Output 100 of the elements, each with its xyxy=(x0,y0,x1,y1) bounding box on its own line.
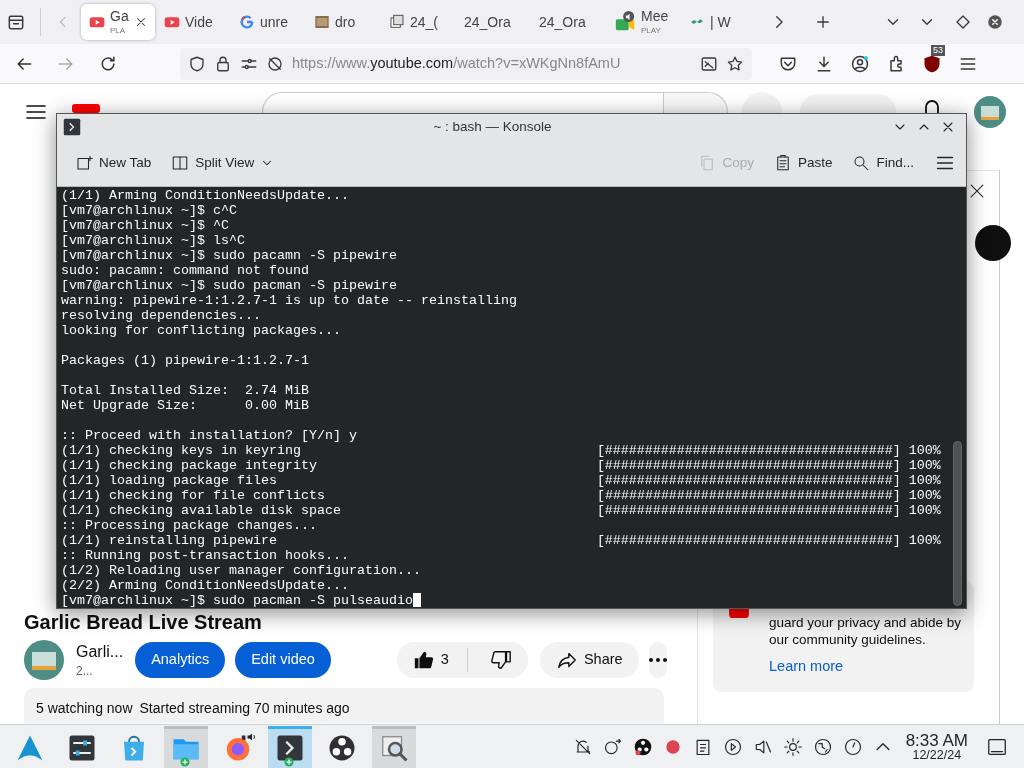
terminal-line: Net Upgrade Size: 0.00 MiB xyxy=(61,398,309,413)
browser-tab[interactable]: dro xyxy=(306,4,380,40)
diamond-icon[interactable] xyxy=(954,13,972,31)
extension-badge: 53 xyxy=(931,44,945,56)
terminal-line: Total Installed Size: 2.74 MiB xyxy=(61,383,309,398)
progress-bar-text: [####################################] 100% xyxy=(596,503,941,518)
terminal-line: looking for conflicting packages... xyxy=(61,323,341,338)
network-icon[interactable] xyxy=(602,736,623,757)
terminal-line: [vm7@archlinux ~]$ ls^C xyxy=(61,233,245,248)
tab-list-icon[interactable] xyxy=(6,12,26,32)
progress-bar-text: [####################################] 100% xyxy=(596,443,941,458)
terminal-line: (1/1) checking keys in keyring xyxy=(61,443,301,458)
shield-icon[interactable] xyxy=(188,54,206,73)
channel-avatar[interactable] xyxy=(24,640,64,680)
analytics-button[interactable]: Analytics xyxy=(135,642,226,678)
share-button[interactable]: Share xyxy=(539,642,639,678)
terminal-icon xyxy=(63,118,81,137)
stream-start-time: Started streaming 70 minutes ago xyxy=(139,700,350,717)
google-icon xyxy=(239,14,255,30)
bookmark-star-icon[interactable] xyxy=(726,54,744,73)
browser-tab[interactable]: Ga PLA xyxy=(81,4,155,40)
chat-notice-text: guard your privacy and abide by our community guidelines. xyxy=(769,614,962,648)
terminal-line: [vm7@archlinux ~]$ c^C xyxy=(61,203,237,218)
watching-count: 5 watching now xyxy=(36,700,133,717)
round-button[interactable] xyxy=(975,225,1011,261)
terminal-line: warning: pipewire-1:1.2.7-1 is up to date -- reinstalling xyxy=(61,293,517,308)
browser-tab[interactable]: 24_Ora xyxy=(531,4,605,40)
clock[interactable]: 8:33 AM 12/22/24 xyxy=(905,731,968,762)
more-icon xyxy=(648,658,667,662)
new-tab-icon[interactable] xyxy=(814,13,832,31)
browser-tab[interactable]: unre xyxy=(231,4,305,40)
learn-more-link[interactable]: Learn more xyxy=(769,658,844,675)
terminal-line: (1/1) Arming ConditionNeedsUpdate... xyxy=(61,188,349,203)
progress-bar-text: [####################################] 100% xyxy=(596,488,941,503)
terminal-line: sudo: pacamn: command not found xyxy=(61,263,309,278)
scrollbar-thumb[interactable] xyxy=(953,441,962,606)
magnifier-icon[interactable] xyxy=(379,733,409,763)
youtube-icon xyxy=(164,14,180,30)
terminal-icon[interactable] xyxy=(275,733,305,763)
progress-bar-text: [####################################] 100% xyxy=(596,473,941,488)
terminal-line: (1/1) checking package integrity xyxy=(61,458,317,473)
find-button[interactable]: Find... xyxy=(844,149,922,178)
globe-icon[interactable] xyxy=(812,736,833,757)
browser-tab[interactable]: 24_( xyxy=(381,4,455,40)
search-icon xyxy=(852,154,871,173)
gauge-icon[interactable] xyxy=(842,736,863,757)
terminal-line: :: Running post-transaction hooks... xyxy=(61,548,349,563)
terminal-line: (1/1) checking for file conflicts xyxy=(61,488,325,503)
channel-name[interactable]: Garli... xyxy=(76,643,124,660)
lock-icon[interactable] xyxy=(214,54,232,73)
recorder-icon[interactable] xyxy=(327,733,357,763)
meet-icon xyxy=(614,11,636,33)
youtube-icon xyxy=(89,14,105,30)
image-icon xyxy=(314,14,330,30)
terminal-line: (1/2) Reloading user manager configuration... xyxy=(61,563,421,578)
avatar[interactable] xyxy=(974,96,1006,128)
split-view-icon xyxy=(171,154,190,173)
more-button[interactable] xyxy=(648,642,667,678)
terminal-line: [vm7@archlinux ~]$ ^C xyxy=(61,218,229,233)
terminal-line: :: Processing package changes... xyxy=(61,518,317,533)
new-tab-icon xyxy=(75,154,93,173)
browser-tab[interactable]: Mee PLAY xyxy=(606,4,680,40)
progress-bar-text: [####################################] 100% xyxy=(596,458,941,473)
thumbs-up-icon xyxy=(412,649,435,671)
terminal-line: (2/2) Arming ConditionNeedsUpdate... xyxy=(61,578,349,593)
browser-tab[interactable]: | W xyxy=(681,4,755,40)
arch-logo-icon[interactable] xyxy=(15,733,45,763)
progress-bar-text: [####################################] 100% xyxy=(596,533,941,548)
brightness-icon[interactable] xyxy=(782,736,803,757)
recorder-icon[interactable] xyxy=(632,736,653,757)
tracking-off-icon[interactable] xyxy=(266,54,284,73)
youtube-icon xyxy=(728,609,750,618)
address-bar[interactable]: https://www.youtube.com/watch?v=xWKgNn8fAmU xyxy=(180,47,752,80)
terminal-line: Packages (1) pipewire-1:1.2.7-1 xyxy=(61,353,309,368)
terminal-line: (1/1) reinstalling pipewire xyxy=(61,533,277,548)
terminal-line: [vm7@archlinux ~]$ sudo pacman -S pipewire xyxy=(61,278,397,293)
subscriber-count: 2... xyxy=(76,664,94,677)
close-icon[interactable] xyxy=(986,13,1004,31)
video-title: Garlic Bread Live Stream xyxy=(24,610,263,634)
new-tab-button[interactable]: New Tab xyxy=(67,149,160,178)
account-icon[interactable] xyxy=(850,53,870,74)
terminal-line: (1/1) checking available disk space xyxy=(61,503,341,518)
thumbs-down-icon xyxy=(489,649,512,671)
document-icon xyxy=(389,14,405,30)
shield-icon[interactable] xyxy=(922,53,942,74)
terminal-line: [vm7@archlinux ~]$ sudo pacamn -S pipewire xyxy=(61,248,397,263)
terminal-line: [vm7@archlinux ~]$ sudo pacman -S pulseaudio xyxy=(61,593,413,608)
window-title: ~ : bash — Konsole xyxy=(432,118,553,137)
split-view-button[interactable]: Split View xyxy=(163,149,283,178)
mixer-icon[interactable] xyxy=(67,733,97,763)
reader-view-icon[interactable] xyxy=(700,54,718,73)
browser-tab[interactable]: 24_Ora xyxy=(456,4,530,40)
terminal-line: (1/1) loading package files xyxy=(61,473,277,488)
terminal-line: :: Proceed with installation? [Y/n] y xyxy=(61,428,357,443)
terminal-line: resolving dependencies... xyxy=(61,308,261,323)
paste-button[interactable]: Paste xyxy=(765,149,841,178)
browser-tab[interactable]: Vide xyxy=(156,4,230,40)
url-text: https://www.youtube.com/watch?v=xWKgNn8fAmU xyxy=(292,53,622,73)
edit-video-button[interactable]: Edit video xyxy=(235,642,331,678)
play-icon[interactable] xyxy=(722,736,743,757)
